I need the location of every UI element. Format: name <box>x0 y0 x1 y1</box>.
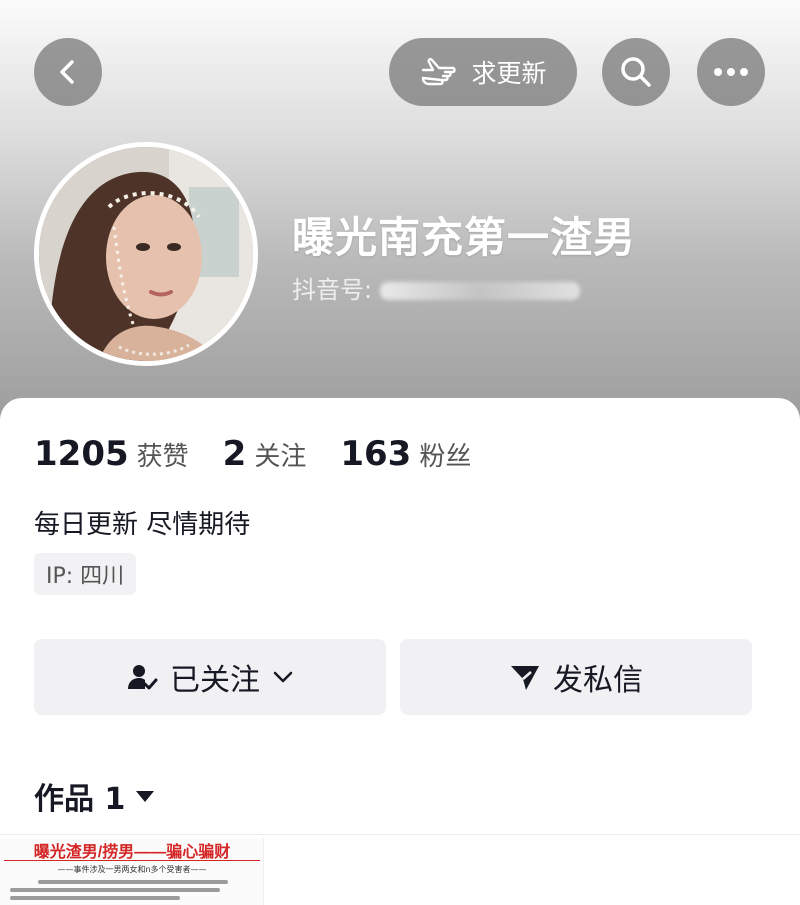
stat-following-value: 2 <box>222 434 247 474</box>
send-message-button[interactable]: 发私信 <box>400 639 752 715</box>
request-update-label: 求更新 <box>471 59 547 88</box>
douyin-id-redacted <box>380 282 581 300</box>
video-thumbnail[interactable]: 曝光渣男/捞男——骗心骗财 ——事件涉及一男两女和n多个受害者—— <box>0 838 264 905</box>
profile-name: 曝光南充第一渣男 <box>292 213 637 262</box>
more-button[interactable] <box>697 38 765 106</box>
profile-stats: 1205 获赞 2 关注 163 粉丝 <box>34 434 471 474</box>
stat-likes-label: 获赞 <box>136 442 189 472</box>
back-button[interactable] <box>34 38 102 106</box>
stat-followers-value: 163 <box>340 434 412 474</box>
stat-following[interactable]: 2 关注 <box>223 434 307 474</box>
works-label: 作品 1 <box>34 782 126 817</box>
profile-bio: 每日更新 尽情期待 <box>34 510 251 540</box>
request-update-button[interactable]: 求更新 <box>389 38 577 106</box>
pointing-hand-icon <box>422 57 457 86</box>
stat-followers-label: 粉丝 <box>419 442 472 472</box>
search-icon <box>621 57 651 87</box>
caret-down-icon <box>136 791 155 802</box>
more-dots-icon <box>714 68 748 76</box>
thumbnail-rule <box>4 860 260 861</box>
send-icon <box>511 666 539 690</box>
avatar-portrait <box>39 147 253 361</box>
avatar[interactable] <box>34 142 258 366</box>
ip-location-tag: IP: 四川 <box>34 553 137 595</box>
stat-likes-value: 1205 <box>34 434 129 474</box>
stat-following-label: 关注 <box>254 442 307 472</box>
followed-label: 已关注 <box>170 663 260 698</box>
send-message-label: 发私信 <box>553 663 643 698</box>
chevron-down-icon <box>273 671 293 683</box>
user-check-icon <box>128 665 158 690</box>
douyin-id-label: 抖音号: <box>292 276 373 304</box>
followed-button[interactable]: 已关注 <box>34 639 386 715</box>
douyin-id[interactable]: 抖音号: <box>292 270 581 305</box>
thumbnail-subtitle: ——事件涉及一男两女和n多个受害者—— <box>57 865 207 874</box>
works-tab[interactable]: 作品 1 <box>34 774 155 818</box>
works-divider <box>0 834 800 835</box>
stat-likes[interactable]: 1205 获赞 <box>34 434 189 474</box>
thumbnail-title: 曝光渣男/捞男——骗心骗财 <box>33 844 231 861</box>
thumbnail-text-line <box>10 888 220 892</box>
stat-followers[interactable]: 163 粉丝 <box>340 434 471 474</box>
back-chevron-icon <box>60 60 74 84</box>
thumbnail-text-line <box>10 896 180 900</box>
thumbnail-text-line <box>38 880 228 884</box>
search-button[interactable] <box>602 38 670 106</box>
